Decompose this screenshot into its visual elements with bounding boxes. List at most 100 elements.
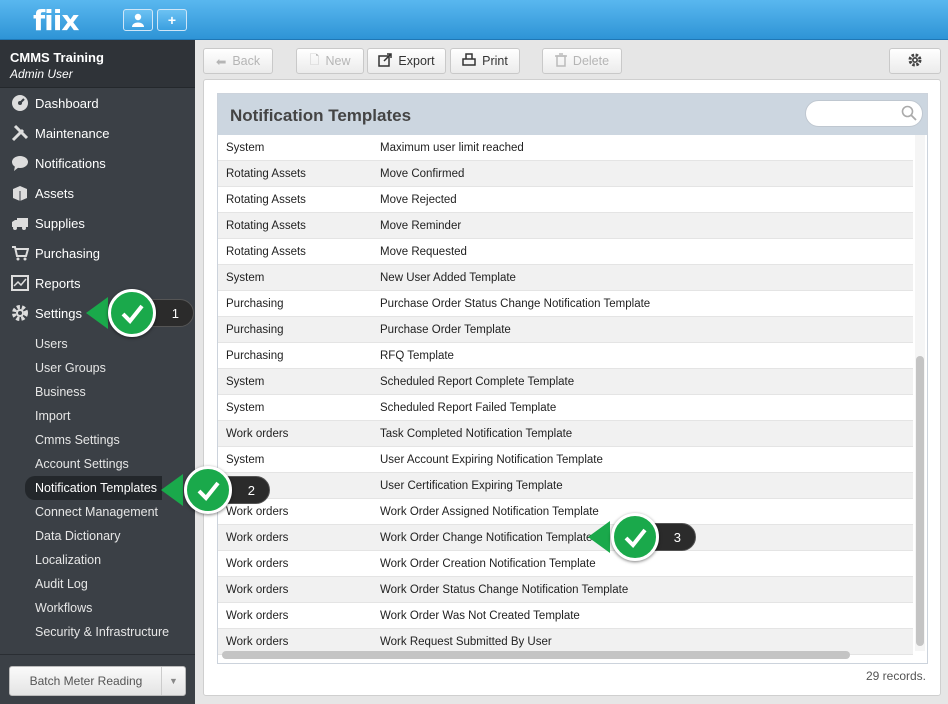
cell-module: Work orders bbox=[226, 635, 289, 648]
table-row[interactable]: Work orders Work Order Was Not Created Te… bbox=[218, 603, 913, 629]
nav-dashboard[interactable]: Dashboard bbox=[0, 88, 195, 118]
cell-module: Purchasing bbox=[226, 349, 284, 362]
sub-item-localization[interactable]: Localization bbox=[0, 548, 195, 572]
table-row[interactable]: System Maximum user limit reached bbox=[218, 135, 913, 161]
search-icon bbox=[901, 105, 917, 121]
export-button[interactable]: Export bbox=[367, 48, 446, 74]
delete-label: Delete bbox=[572, 54, 610, 68]
fiix-logo[interactable]: fiix bbox=[33, 4, 79, 37]
sub-item-workflows[interactable]: Workflows bbox=[0, 596, 195, 620]
table-row[interactable]: Purchasing Purchase Order Status Change N… bbox=[218, 291, 913, 317]
table-row[interactable]: Work orders Task Completed Notification T… bbox=[218, 421, 913, 447]
cell-template-name: Scheduled Report Complete Template bbox=[380, 375, 575, 388]
table-row[interactable]: Purchasing RFQ Template bbox=[218, 343, 913, 369]
main-nav: Dashboard Maintenance Notifications Asse… bbox=[0, 88, 195, 328]
cell-template-name: Work Order Assigned Notification Templat… bbox=[380, 505, 599, 518]
table-row[interactable]: Rotating Assets Move Rejected bbox=[218, 187, 913, 213]
delete-button[interactable]: Delete bbox=[542, 48, 622, 74]
box-icon bbox=[10, 184, 30, 202]
sub-item-notification-templates[interactable]: Notification Templates bbox=[25, 476, 162, 500]
new-document-icon: 🗋 bbox=[309, 52, 320, 67]
grid-rows: System Maximum user limit reached Rotating… bbox=[218, 135, 913, 655]
table-row[interactable]: Rotating Assets Move Confirmed bbox=[218, 161, 913, 187]
table-row[interactable]: System New User Added Template bbox=[218, 265, 913, 291]
company-name: CMMS Training bbox=[10, 50, 104, 65]
cell-template-name: Move Requested bbox=[380, 245, 467, 258]
table-row[interactable]: User Certification Expiring Template bbox=[218, 473, 913, 499]
new-button[interactable]: 🗋 New bbox=[296, 48, 364, 74]
sub-item-account-settings[interactable]: Account Settings bbox=[0, 452, 195, 476]
cell-module: System bbox=[226, 141, 265, 154]
export-label: Export bbox=[398, 54, 435, 68]
table-row[interactable]: Work orders Work Order Assigned Notificat… bbox=[218, 499, 913, 525]
cell-template-name: Purchase Order Status Change Notificatio… bbox=[380, 297, 651, 310]
cell-template-name: Maximum user limit reached bbox=[380, 141, 524, 154]
sub-item-security-infrastructure[interactable]: Security & Infrastructure bbox=[0, 620, 195, 644]
vertical-scroll-thumb[interactable] bbox=[916, 356, 924, 646]
cell-template-name: Work Order Creation Notification Templat… bbox=[380, 557, 596, 570]
table-row[interactable]: System Scheduled Report Failed Template bbox=[218, 395, 913, 421]
content-panel: Notification Templates System Maximum use… bbox=[203, 79, 941, 696]
table-row[interactable]: Work orders Work Order Change Notificatio… bbox=[218, 525, 913, 551]
cell-template-name: Work Order Status Change Notification Te… bbox=[380, 583, 629, 596]
settings-gear-button[interactable] bbox=[889, 48, 941, 74]
table-row[interactable]: Work orders Work Order Status Change Noti… bbox=[218, 577, 913, 603]
horizontal-scrollbar[interactable] bbox=[222, 651, 850, 659]
nav-assets[interactable]: Assets bbox=[0, 178, 195, 208]
cart-icon bbox=[10, 244, 30, 262]
print-button[interactable]: Print bbox=[450, 48, 520, 74]
cell-template-name: User Certification Expiring Template bbox=[380, 479, 563, 492]
tools-icon bbox=[10, 124, 30, 142]
gear-icon bbox=[10, 304, 30, 322]
sub-item-audit-log[interactable]: Audit Log bbox=[0, 572, 195, 596]
cell-template-name: Task Completed Notification Template bbox=[380, 427, 573, 440]
sidebar-divider bbox=[0, 654, 195, 655]
sub-item-user-groups[interactable]: User Groups bbox=[0, 356, 195, 380]
record-count: 29 records. bbox=[865, 669, 926, 683]
account-info[interactable]: CMMS Training Admin User bbox=[0, 40, 195, 88]
sub-item-data-dictionary[interactable]: Data Dictionary bbox=[0, 524, 195, 548]
table-row[interactable]: System Scheduled Report Complete Template bbox=[218, 369, 913, 395]
trash-icon bbox=[554, 52, 567, 70]
cell-module: Work orders bbox=[226, 583, 289, 596]
add-button[interactable]: + bbox=[157, 9, 187, 31]
sub-item-business[interactable]: Business bbox=[0, 380, 195, 404]
callout-number: 1 bbox=[150, 299, 194, 327]
nav-notifications[interactable]: Notifications bbox=[0, 148, 195, 178]
sub-item-cmms-settings[interactable]: Cmms Settings bbox=[0, 428, 195, 452]
table-row[interactable]: Rotating Assets Move Requested bbox=[218, 239, 913, 265]
back-button[interactable]: ⬅ Back bbox=[203, 48, 273, 74]
cell-template-name: Work Request Submitted By User bbox=[380, 635, 552, 648]
nav-supplies[interactable]: Supplies bbox=[0, 208, 195, 238]
sub-item-import[interactable]: Import bbox=[0, 404, 195, 428]
chevron-down-icon[interactable]: ▼ bbox=[161, 667, 185, 695]
cell-template-name: Move Confirmed bbox=[380, 167, 465, 180]
table-row[interactable]: Work orders Work Order Creation Notificat… bbox=[218, 551, 913, 577]
nav-maintenance[interactable]: Maintenance bbox=[0, 118, 195, 148]
table-row[interactable]: Rotating Assets Move Reminder bbox=[218, 213, 913, 239]
user-profile-button[interactable] bbox=[123, 9, 153, 31]
batch-meter-reading-button[interactable]: Batch Meter Reading ▼ bbox=[9, 666, 186, 696]
nav-label: Supplies bbox=[35, 215, 85, 231]
nav-label: Maintenance bbox=[35, 125, 110, 141]
nav-reports[interactable]: Reports bbox=[0, 268, 195, 298]
callout-number: 2 bbox=[226, 476, 270, 504]
cell-module: Purchasing bbox=[226, 323, 284, 336]
cell-template-name: Scheduled Report Failed Template bbox=[380, 401, 557, 414]
cell-module: System bbox=[226, 453, 265, 466]
cell-module: Work orders bbox=[226, 427, 289, 440]
cell-template-name: RFQ Template bbox=[380, 349, 454, 362]
vertical-scrollbar[interactable] bbox=[915, 135, 925, 651]
sub-item-users[interactable]: Users bbox=[0, 332, 195, 356]
check-icon bbox=[184, 466, 232, 514]
cell-template-name: User Account Expiring Notification Templ… bbox=[380, 453, 603, 466]
nav-purchasing[interactable]: Purchasing bbox=[0, 238, 195, 268]
cell-template-name: Purchase Order Template bbox=[380, 323, 511, 336]
chat-bubble-icon bbox=[10, 154, 30, 172]
table-row[interactable]: Purchasing Purchase Order Template bbox=[218, 317, 913, 343]
callout-pointer bbox=[588, 521, 610, 553]
cell-module: Work orders bbox=[226, 531, 289, 544]
cell-module: Rotating Assets bbox=[226, 167, 306, 180]
user-icon bbox=[132, 13, 144, 27]
table-row[interactable]: System User Account Expiring Notification… bbox=[218, 447, 913, 473]
